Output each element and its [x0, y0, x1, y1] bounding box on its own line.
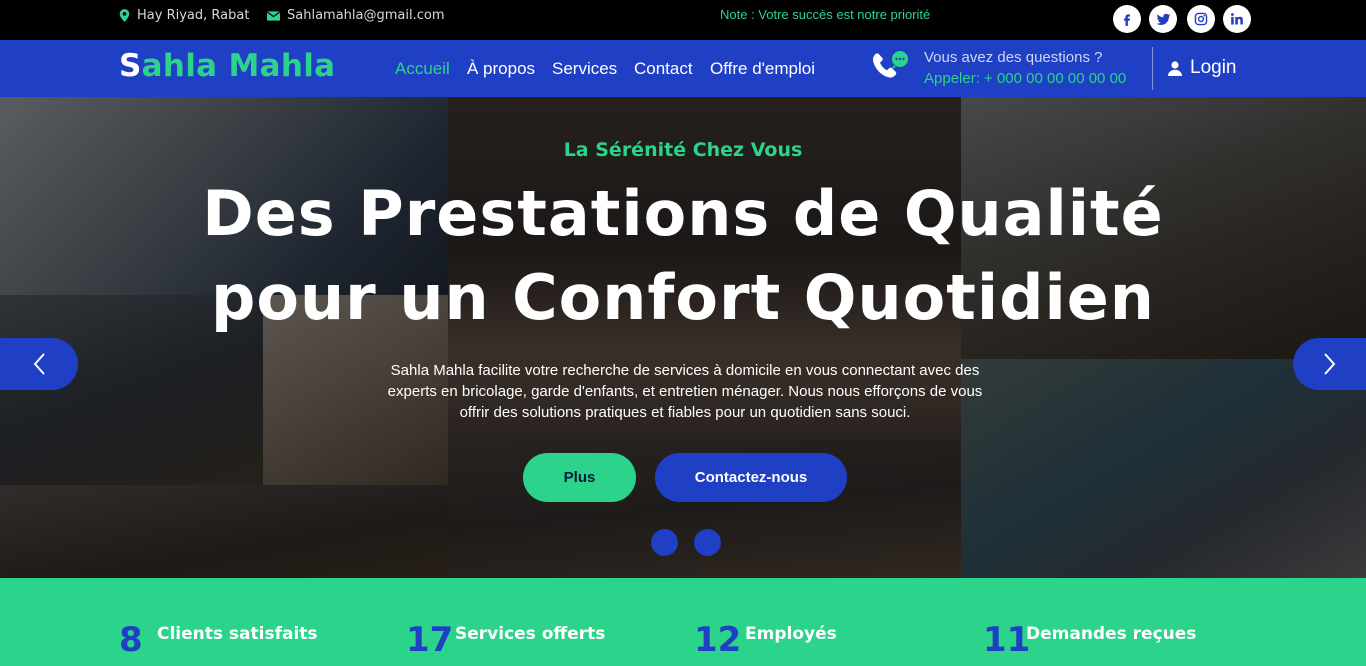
stats-bar: 8 Clients satisfaits 17 Services offerts… [0, 578, 1366, 666]
nav-link-contact[interactable]: Contact [634, 59, 693, 79]
topbar-note: Note : Votre succès est notre priorité [720, 7, 931, 22]
address-info: Hay Riyad, Rabat [119, 8, 249, 23]
stat-value-employees: 12 [694, 620, 742, 660]
stat-label-clients: Clients satisfaits [157, 624, 318, 644]
top-bar: Hay Riyad, Rabat Sahlamahla@gmail.com No… [0, 0, 1366, 40]
facebook-icon[interactable] [1113, 5, 1141, 33]
hero-dark-overlay [0, 97, 1366, 578]
hero-headline-line2: pour un Confort Quotidien [211, 261, 1155, 334]
carousel-indicator-1[interactable] [651, 529, 678, 556]
hero-carousel: La Sérénité Chez Vous Des Prestations de… [0, 97, 1366, 578]
linkedin-icon[interactable] [1223, 5, 1251, 33]
map-marker-icon [119, 9, 130, 22]
stat-label-requests: Demandes reçues [1026, 624, 1197, 644]
stat-value-clients: 8 [119, 620, 143, 660]
site-logo[interactable]: Sahla Mahla [119, 48, 335, 84]
logo-initial: S [119, 48, 142, 84]
logo-text: ahla Mahla [141, 48, 336, 84]
hero-headline-line1: Des Prestations de Qualité [202, 177, 1164, 250]
envelope-icon [267, 10, 280, 21]
carousel-next-button[interactable] [1293, 338, 1366, 390]
login-label: Login [1190, 57, 1237, 78]
carousel-prev-button[interactable] [0, 338, 78, 390]
questions-label: Vous avez des questions ? [924, 49, 1103, 66]
user-icon [1168, 60, 1182, 76]
email-info[interactable]: Sahlamahla@gmail.com [267, 8, 445, 23]
contact-us-button[interactable]: Contactez-nous [655, 453, 847, 502]
navbar-divider [1152, 47, 1153, 90]
phone-chat-icon [872, 51, 908, 78]
call-phone-number[interactable]: Appeler: + 000 00 00 00 00 00 [924, 70, 1126, 87]
plus-button[interactable]: Plus [523, 453, 636, 502]
nav-link-accueil[interactable]: Accueil [395, 59, 450, 79]
chevron-right-icon [1323, 353, 1335, 375]
twitter-icon[interactable] [1149, 5, 1177, 33]
address-text: Hay Riyad, Rabat [137, 8, 250, 23]
chevron-left-icon [33, 353, 45, 375]
instagram-icon[interactable] [1187, 5, 1215, 33]
nav-link-a-propos[interactable]: À propos [467, 59, 535, 79]
nav-link-offre-emploi[interactable]: Offre d'emploi [710, 59, 815, 79]
hero-description: Sahla Mahla facilite votre recherche de … [387, 362, 983, 421]
login-button[interactable]: Login [1168, 57, 1237, 79]
main-navbar: Sahla Mahla Accueil À propos Services Co… [0, 40, 1366, 97]
email-text[interactable]: Sahlamahla@gmail.com [287, 8, 445, 23]
carousel-indicator-2[interactable] [694, 529, 721, 556]
hero-eyebrow: La Sérénité Chez Vous [563, 139, 803, 161]
nav-link-services[interactable]: Services [552, 59, 617, 79]
stat-label-employees: Employés [745, 624, 837, 644]
stat-value-services: 17 [406, 620, 454, 660]
stat-value-requests: 11 [983, 620, 1031, 660]
stat-label-services: Services offerts [455, 624, 606, 644]
